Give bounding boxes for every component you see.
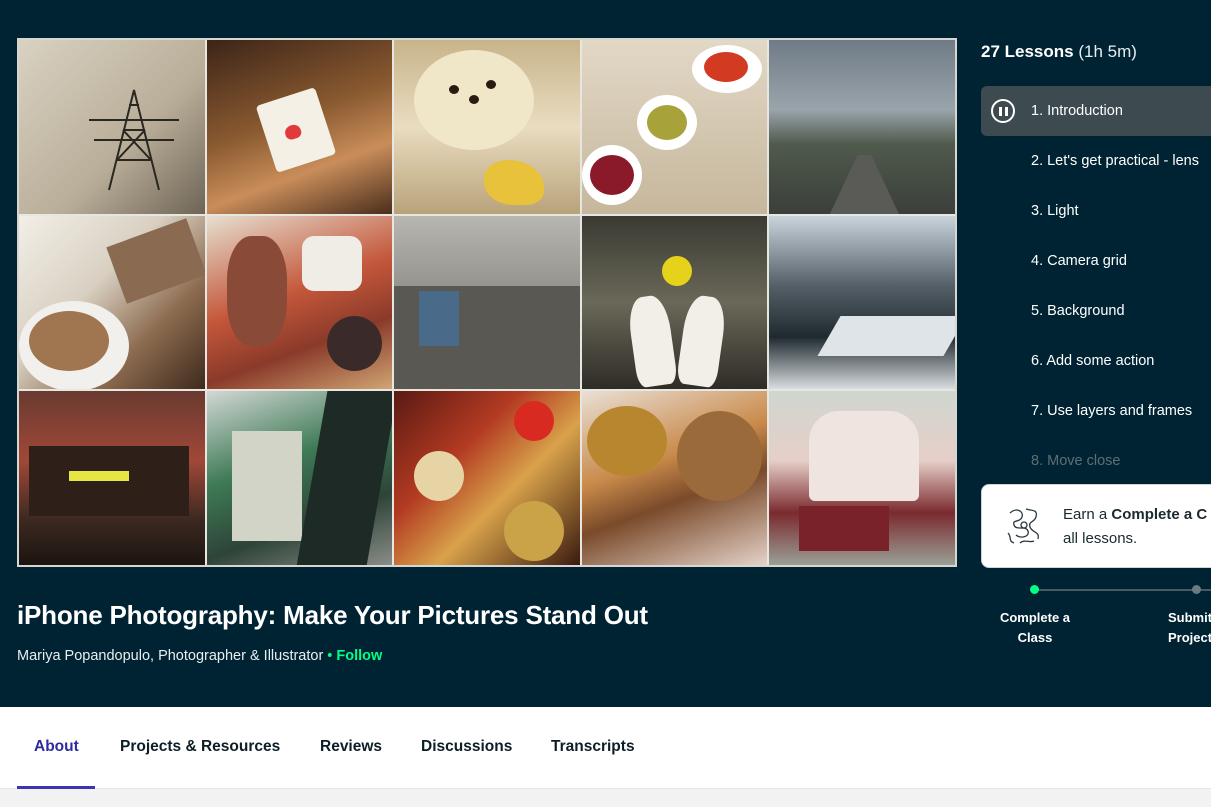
- progress-step-complete-class: Complete a Class: [999, 610, 1071, 645]
- photo-tile: [581, 40, 768, 214]
- photo-tile: [769, 40, 955, 214]
- follow-button[interactable]: Follow: [336, 648, 382, 664]
- photo-tile: [581, 391, 768, 565]
- tab-reviews[interactable]: Reviews: [320, 707, 382, 789]
- lesson-label: 3. Light: [1031, 203, 1079, 219]
- lesson-item[interactable]: 3. Light: [981, 186, 1211, 236]
- earn-card-prefix: Earn a: [1063, 506, 1112, 523]
- earn-card-bold: Complete a C: [1111, 506, 1208, 523]
- class-hero: 27 Lessons (1h 5m) 1. Introduction 2. Le…: [0, 0, 1211, 707]
- photo-tile: [394, 40, 580, 214]
- earn-card-line2: all lessons.: [1063, 530, 1138, 547]
- earn-certificate-card[interactable]: Earn a Complete a C all lessons.: [981, 484, 1211, 568]
- lesson-item[interactable]: 5. Background: [981, 286, 1211, 336]
- photo-tile: [394, 391, 580, 565]
- lesson-label: 7. Use layers and frames: [1031, 403, 1193, 419]
- author-separator: •: [327, 648, 333, 664]
- author-name[interactable]: Mariya Popandopulo, Photographer & Illus…: [17, 648, 323, 664]
- photo-tile: [206, 40, 393, 214]
- lesson-label: 2. Let's get practical - lens: [1031, 153, 1199, 169]
- lessons-duration: (1h 5m): [1078, 42, 1137, 61]
- photo-tile: [769, 391, 955, 565]
- photo-tile: [581, 215, 768, 390]
- content-area: [0, 789, 1211, 807]
- tab-discussions[interactable]: Discussions: [421, 707, 512, 789]
- lessons-count-number: 27 Lessons: [981, 42, 1074, 61]
- photo-tile: [206, 215, 393, 390]
- lesson-label: 5. Background: [1031, 303, 1125, 319]
- lesson-label: 8. Move close: [1031, 453, 1121, 469]
- video-player[interactable]: [17, 38, 957, 567]
- lesson-list: 1. Introduction 2. Let's get practical -…: [981, 86, 1211, 486]
- lesson-label: 1. Introduction: [1031, 103, 1123, 119]
- photo-tile: [769, 215, 955, 390]
- progress-step-dot-pending: [1192, 585, 1201, 594]
- lesson-label: 6. Add some action: [1031, 353, 1155, 369]
- tab-projects-resources[interactable]: Projects & Resources: [120, 707, 280, 789]
- pause-icon[interactable]: [991, 99, 1015, 123]
- lesson-item[interactable]: 2. Let's get practical - lens: [981, 136, 1211, 186]
- progress-step-dot-complete: [1030, 585, 1039, 594]
- lesson-item[interactable]: 6. Add some action: [981, 336, 1211, 386]
- lesson-item[interactable]: 7. Use layers and frames: [981, 386, 1211, 436]
- author-line: Mariya Popandopulo, Photographer & Illus…: [17, 648, 382, 664]
- lesson-item[interactable]: 4. Camera grid: [981, 236, 1211, 286]
- earn-card-text: Earn a Complete a C all lessons.: [1063, 503, 1207, 551]
- photo-tile: [19, 215, 205, 390]
- certificate-badge-icon: [1007, 508, 1039, 544]
- lesson-item[interactable]: 1. Introduction: [981, 86, 1211, 136]
- tab-transcripts[interactable]: Transcripts: [551, 707, 635, 789]
- photo-tile: [19, 391, 205, 565]
- lessons-count: 27 Lessons (1h 5m): [981, 42, 1137, 62]
- lesson-label: 4. Camera grid: [1031, 253, 1127, 269]
- progress-step-submit-project: Submit Project: [1168, 610, 1211, 645]
- progress-track: [1034, 589, 1211, 591]
- lesson-item[interactable]: 8. Move close: [981, 436, 1211, 486]
- photo-tile: [206, 391, 393, 565]
- photo-tile: [19, 40, 205, 214]
- tab-about[interactable]: About: [17, 707, 95, 789]
- class-title: iPhone Photography: Make Your Pictures S…: [17, 600, 648, 630]
- class-tabs: About Projects & Resources Reviews Discu…: [0, 707, 1211, 789]
- photo-tile: [394, 215, 580, 390]
